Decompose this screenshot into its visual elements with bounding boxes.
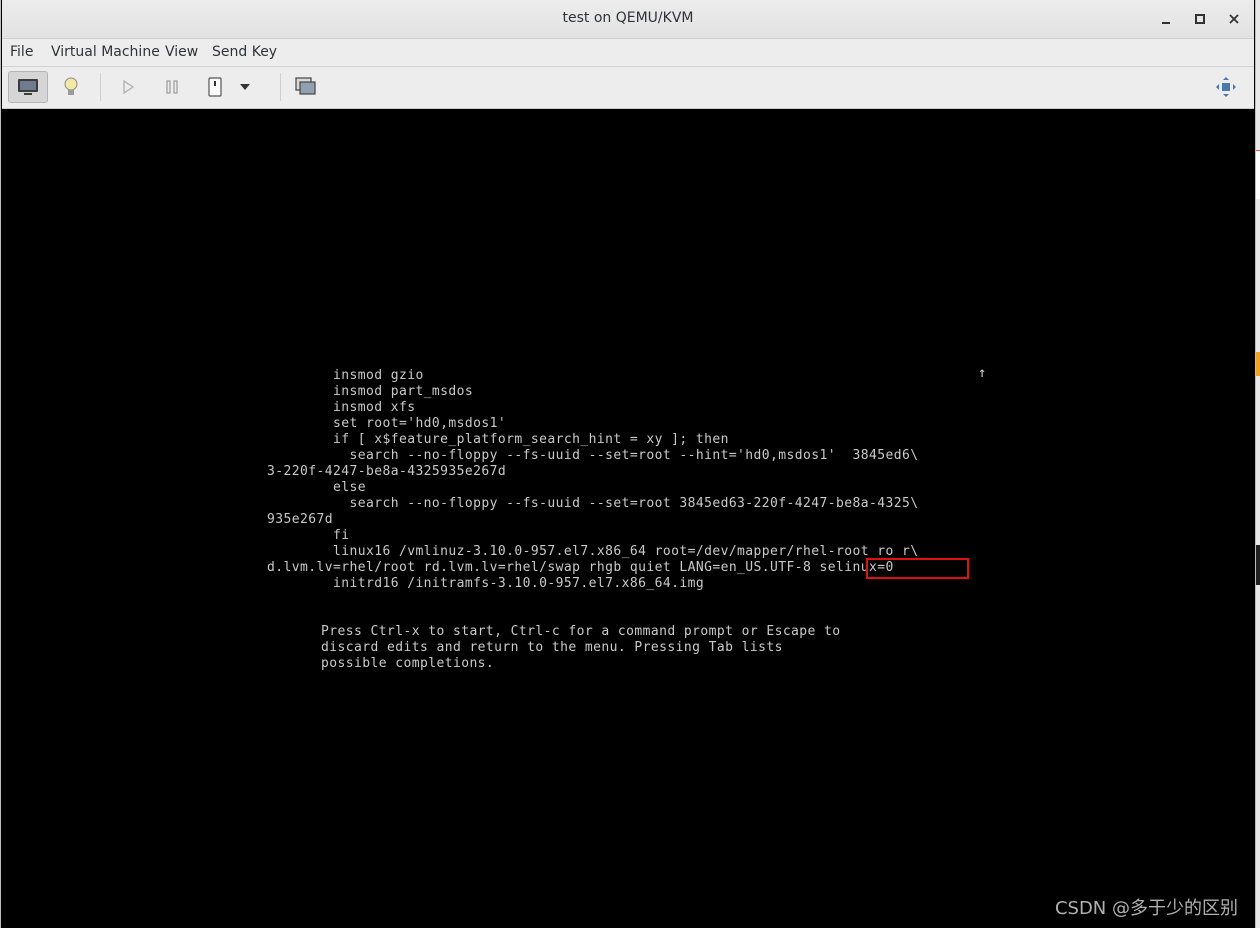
console-view-button[interactable] [8, 71, 48, 103]
shutdown-menu-button[interactable] [233, 71, 257, 103]
fullscreen-button[interactable] [1206, 71, 1246, 103]
close-button[interactable] [1224, 9, 1244, 29]
maximize-button[interactable] [1190, 9, 1210, 29]
help-text-line: possible completions. [321, 656, 495, 671]
vm-window: test on QEMU/KVM File Virtual Machine Vi… [0, 0, 1256, 928]
snapshots-icon [295, 77, 316, 95]
menu-view[interactable]: View [165, 44, 198, 60]
toolbar [2, 67, 1254, 109]
shutdown-button[interactable] [195, 71, 235, 103]
grub-line: set root='hd0,msdos1' [267, 416, 507, 431]
grub-line: fi [267, 528, 350, 543]
close-icon [1229, 14, 1239, 24]
title-bar[interactable]: test on QEMU/KVM [2, 0, 1254, 39]
run-icon [123, 79, 135, 95]
toolbar-separator [280, 73, 281, 101]
grub-line: 935e267d [267, 512, 333, 527]
minimize-icon [1162, 22, 1170, 24]
details-bulb-icon [64, 77, 78, 95]
grub-line: insmod gzio [267, 368, 424, 383]
pause-icon [166, 80, 178, 94]
scroll-up-indicator: ↑ [978, 365, 987, 381]
shutdown-icon [208, 77, 222, 97]
menu-bar: File Virtual Machine View Send Key [2, 39, 1254, 67]
menu-file[interactable]: File [10, 44, 33, 60]
grub-line: insmod xfs [267, 400, 416, 415]
grub-line: else [267, 480, 366, 495]
minimize-button[interactable] [1156, 9, 1176, 29]
selinux-highlight-box [866, 558, 969, 579]
snapshots-button[interactable] [286, 71, 326, 103]
grub-line: search --no-floppy --fs-uuid --set=root … [267, 448, 919, 463]
pause-button[interactable] [152, 71, 192, 103]
help-text-line: Press Ctrl-x to start, Ctrl-c for a comm… [321, 624, 841, 639]
csdn-watermark: CSDN @多于少的区别 [1054, 898, 1238, 919]
window-title: test on QEMU/KVM [562, 10, 694, 26]
fullscreen-icon [1216, 77, 1236, 97]
dropdown-arrow-icon [240, 84, 250, 90]
menu-virtual-machine[interactable]: Virtual Machine [51, 44, 160, 60]
maximize-icon [1195, 14, 1205, 24]
help-text-line: discard edits and return to the menu. Pr… [321, 640, 783, 655]
grub-line: initrd16 /initramfs-3.10.0-957.el7.x86_6… [267, 576, 705, 591]
grub-line-kernel-args: d.lvm.lv=rhel/root rd.lvm.lv=rhel/swap r… [267, 560, 894, 575]
toolbar-separator [100, 73, 101, 101]
grub-line: if [ x$feature_platform_search_hint = xy… [267, 432, 729, 447]
console-icon [18, 79, 38, 95]
grub-line: 3-220f-4247-be8a-4325935e267d [267, 464, 507, 479]
vm-console-display[interactable]: ↑ insmod gzio insmod part_msdos insmod x… [4, 109, 1252, 928]
grub-line: insmod part_msdos [267, 384, 474, 399]
menu-send-key[interactable]: Send Key [212, 44, 277, 60]
grub-line: search --no-floppy --fs-uuid --set=root … [267, 496, 919, 511]
run-button[interactable] [108, 71, 148, 103]
grub-line: linux16 /vmlinuz-3.10.0-957.el7.x86_64 r… [267, 544, 919, 559]
details-view-button[interactable] [51, 71, 91, 103]
